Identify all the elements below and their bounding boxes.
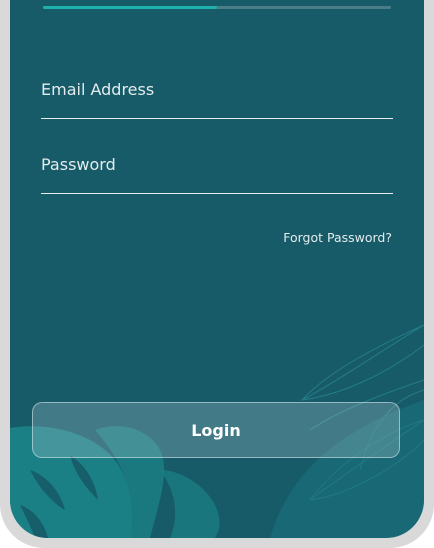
- forgot-password-link[interactable]: Forgot Password?: [283, 230, 392, 245]
- password-input[interactable]: [41, 153, 393, 175]
- login-button[interactable]: Login: [32, 402, 400, 458]
- login-screen: Forgot Password? Login: [10, 0, 424, 538]
- email-input[interactable]: [41, 78, 393, 100]
- email-field[interactable]: [41, 78, 393, 119]
- progress-bar: [43, 6, 391, 9]
- phone-frame: Forgot Password? Login: [0, 0, 434, 548]
- password-field[interactable]: [41, 153, 393, 194]
- progress-bar-fill: [43, 6, 217, 9]
